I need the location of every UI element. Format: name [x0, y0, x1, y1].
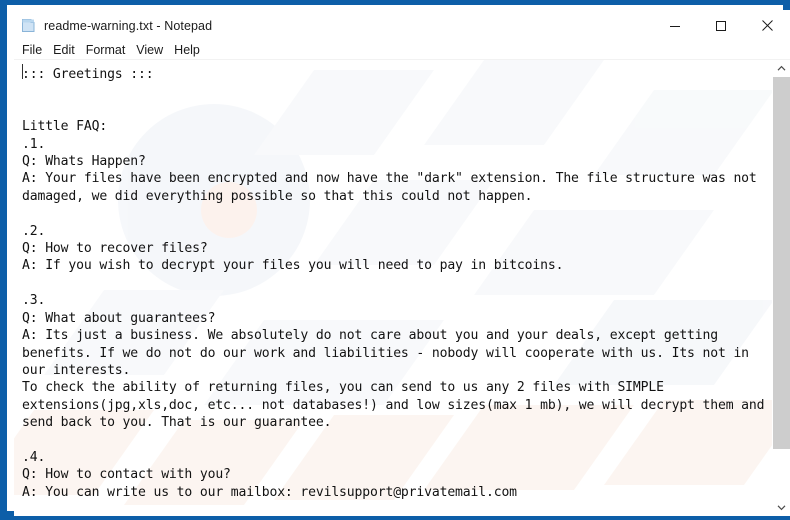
chevron-up-icon — [777, 65, 786, 71]
close-button[interactable] — [744, 10, 790, 41]
notepad-window: readme-warning.txt - Notepad File Edit F… — [14, 10, 790, 516]
menu-bar: File Edit Format View Help — [14, 41, 790, 60]
menu-item-view[interactable]: View — [136, 44, 163, 57]
document-body[interactable]: ::: Greetings ::: Little FAQ: .1. Q: Wha… — [14, 63, 772, 501]
screenshot-root: readme-warning.txt - Notepad File Edit F… — [0, 0, 790, 520]
scrollbar-thumb[interactable] — [773, 77, 790, 449]
maximize-button[interactable] — [698, 10, 744, 41]
window-title: readme-warning.txt - Notepad — [44, 18, 213, 33]
scrollbar-track[interactable] — [773, 77, 790, 499]
minimize-icon — [670, 25, 680, 27]
notepad-window-frame: readme-warning.txt - Notepad File Edit F… — [0, 0, 790, 520]
vertical-scrollbar[interactable] — [772, 60, 790, 516]
close-icon — [761, 20, 773, 31]
notepad-document-icon — [20, 17, 37, 34]
menu-item-file[interactable]: File — [22, 44, 42, 57]
menu-item-format[interactable]: Format — [86, 44, 126, 57]
editor-region: ::: Greetings ::: Little FAQ: .1. Q: Wha… — [14, 60, 790, 516]
maximize-icon — [716, 20, 726, 31]
title-bar-left: readme-warning.txt - Notepad — [14, 17, 652, 34]
menu-item-help[interactable]: Help — [174, 44, 200, 57]
minimize-button[interactable] — [652, 10, 698, 41]
text-editor[interactable]: ::: Greetings ::: Little FAQ: .1. Q: Wha… — [14, 60, 772, 516]
title-bar[interactable]: readme-warning.txt - Notepad — [14, 10, 790, 41]
chevron-down-icon — [777, 505, 786, 511]
scrollbar-down-button[interactable] — [773, 499, 790, 516]
window-controls — [652, 10, 790, 41]
menu-item-edit[interactable]: Edit — [53, 44, 75, 57]
scrollbar-up-button[interactable] — [773, 60, 790, 77]
